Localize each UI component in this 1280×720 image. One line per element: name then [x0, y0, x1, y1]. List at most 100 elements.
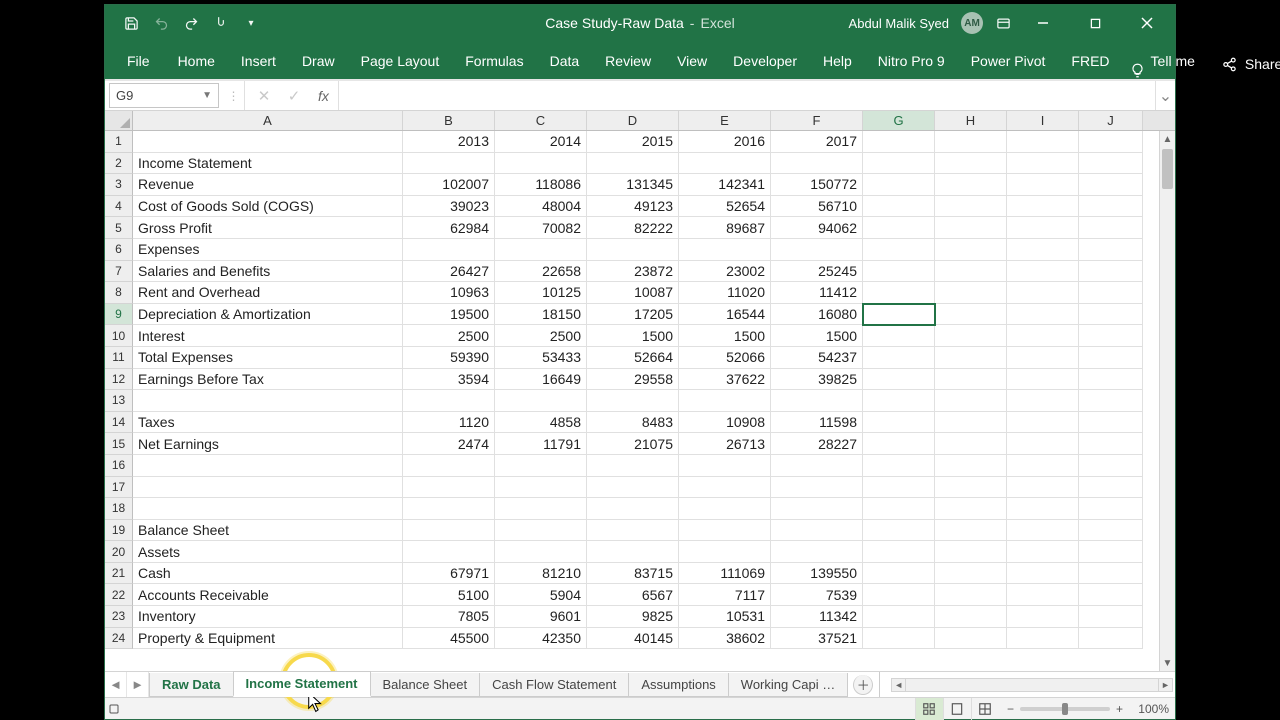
cell[interactable] [1007, 541, 1079, 563]
cell[interactable]: 45500 [403, 628, 495, 650]
cell[interactable] [1007, 369, 1079, 391]
row-header[interactable]: 10 [105, 325, 133, 347]
cell[interactable]: 89687 [679, 217, 771, 239]
cell[interactable] [1007, 174, 1079, 196]
cell[interactable] [403, 153, 495, 175]
cell[interactable]: 7117 [679, 584, 771, 606]
cell[interactable]: 7805 [403, 606, 495, 628]
cell[interactable]: 10125 [495, 282, 587, 304]
cell[interactable] [1079, 455, 1143, 477]
cell[interactable] [1079, 239, 1143, 261]
new-sheet-button[interactable]: ＋ [853, 675, 873, 695]
cell[interactable]: 39825 [771, 369, 863, 391]
cell[interactable] [863, 347, 935, 369]
row-header[interactable]: 3 [105, 174, 133, 196]
cell[interactable]: 38602 [679, 628, 771, 650]
cell[interactable]: Balance Sheet [133, 520, 403, 542]
cell[interactable]: Cash [133, 563, 403, 585]
cell[interactable] [935, 390, 1007, 412]
cell[interactable] [863, 541, 935, 563]
cell[interactable] [935, 563, 1007, 585]
cell[interactable] [679, 153, 771, 175]
cell[interactable]: Total Expenses [133, 347, 403, 369]
cell[interactable] [863, 477, 935, 499]
close-button[interactable] [1127, 5, 1167, 41]
cell[interactable] [133, 131, 403, 153]
cell[interactable]: 40145 [587, 628, 679, 650]
fx-icon[interactable]: fx [309, 81, 339, 110]
cell[interactable] [935, 477, 1007, 499]
cell[interactable] [1079, 584, 1143, 606]
cell[interactable]: Earnings Before Tax [133, 369, 403, 391]
cell[interactable]: 28227 [771, 433, 863, 455]
cell[interactable] [495, 239, 587, 261]
cell[interactable]: 2013 [403, 131, 495, 153]
row-header[interactable]: 13 [105, 390, 133, 412]
cell[interactable]: 56710 [771, 196, 863, 218]
sheet-tab[interactable]: Balance Sheet [370, 673, 481, 697]
cell[interactable]: 82222 [587, 217, 679, 239]
cell[interactable] [1007, 498, 1079, 520]
cell[interactable] [935, 239, 1007, 261]
cell[interactable] [1007, 390, 1079, 412]
sheet-tab[interactable]: Assumptions [628, 673, 728, 697]
tab-home[interactable]: Home [166, 45, 227, 79]
cell[interactable]: 18150 [495, 304, 587, 326]
cell[interactable]: 131345 [587, 174, 679, 196]
cell[interactable]: 11412 [771, 282, 863, 304]
cell[interactable] [1079, 541, 1143, 563]
cell[interactable]: Taxes [133, 412, 403, 434]
cell[interactable] [679, 498, 771, 520]
cell[interactable] [1007, 584, 1079, 606]
cell[interactable] [771, 477, 863, 499]
cell[interactable]: 37622 [679, 369, 771, 391]
column-header[interactable]: D [587, 111, 679, 130]
cell[interactable]: 49123 [587, 196, 679, 218]
cell[interactable]: 42350 [495, 628, 587, 650]
row-header[interactable]: 14 [105, 412, 133, 434]
cell[interactable] [935, 584, 1007, 606]
tab-view[interactable]: View [665, 45, 719, 79]
sheet-tab[interactable]: Cash Flow Statement [479, 673, 629, 697]
tab-page-layout[interactable]: Page Layout [349, 45, 452, 79]
tell-me-search[interactable]: Tell me [1147, 45, 1207, 79]
cell[interactable]: 118086 [495, 174, 587, 196]
cell[interactable] [1007, 563, 1079, 585]
scroll-up-icon[interactable]: ▲ [1160, 131, 1175, 147]
cell[interactable]: 39023 [403, 196, 495, 218]
cell[interactable] [587, 455, 679, 477]
cell[interactable] [771, 520, 863, 542]
share-button[interactable]: Share [1211, 49, 1280, 79]
maximize-button[interactable] [1075, 5, 1115, 41]
cell[interactable] [863, 433, 935, 455]
touch-mode-icon[interactable] [213, 15, 229, 31]
cell[interactable]: 5904 [495, 584, 587, 606]
cell[interactable]: 21075 [587, 433, 679, 455]
row-header[interactable]: 8 [105, 282, 133, 304]
column-header[interactable]: A [133, 111, 403, 130]
cell[interactable]: Salaries and Benefits [133, 261, 403, 283]
cell[interactable]: 8483 [587, 412, 679, 434]
expand-formula-bar-icon[interactable]: ⌄ [1155, 81, 1175, 110]
column-header[interactable]: H [935, 111, 1007, 130]
cell[interactable]: 11598 [771, 412, 863, 434]
cell[interactable] [863, 520, 935, 542]
cell[interactable]: Revenue [133, 174, 403, 196]
tab-nitro[interactable]: Nitro Pro 9 [866, 45, 957, 79]
row-header[interactable]: 4 [105, 196, 133, 218]
cell[interactable] [863, 239, 935, 261]
cell[interactable] [495, 390, 587, 412]
undo-icon[interactable] [153, 15, 169, 31]
cell[interactable] [771, 455, 863, 477]
tab-file[interactable]: File [113, 45, 164, 79]
cell[interactable] [1007, 455, 1079, 477]
zoom-slider[interactable] [1020, 707, 1110, 711]
cell[interactable] [771, 498, 863, 520]
user-avatar[interactable]: AM [961, 12, 983, 34]
cell[interactable] [863, 390, 935, 412]
cell[interactable] [1079, 412, 1143, 434]
cell[interactable] [935, 347, 1007, 369]
cell[interactable] [403, 520, 495, 542]
cell[interactable] [587, 153, 679, 175]
cell[interactable]: 102007 [403, 174, 495, 196]
